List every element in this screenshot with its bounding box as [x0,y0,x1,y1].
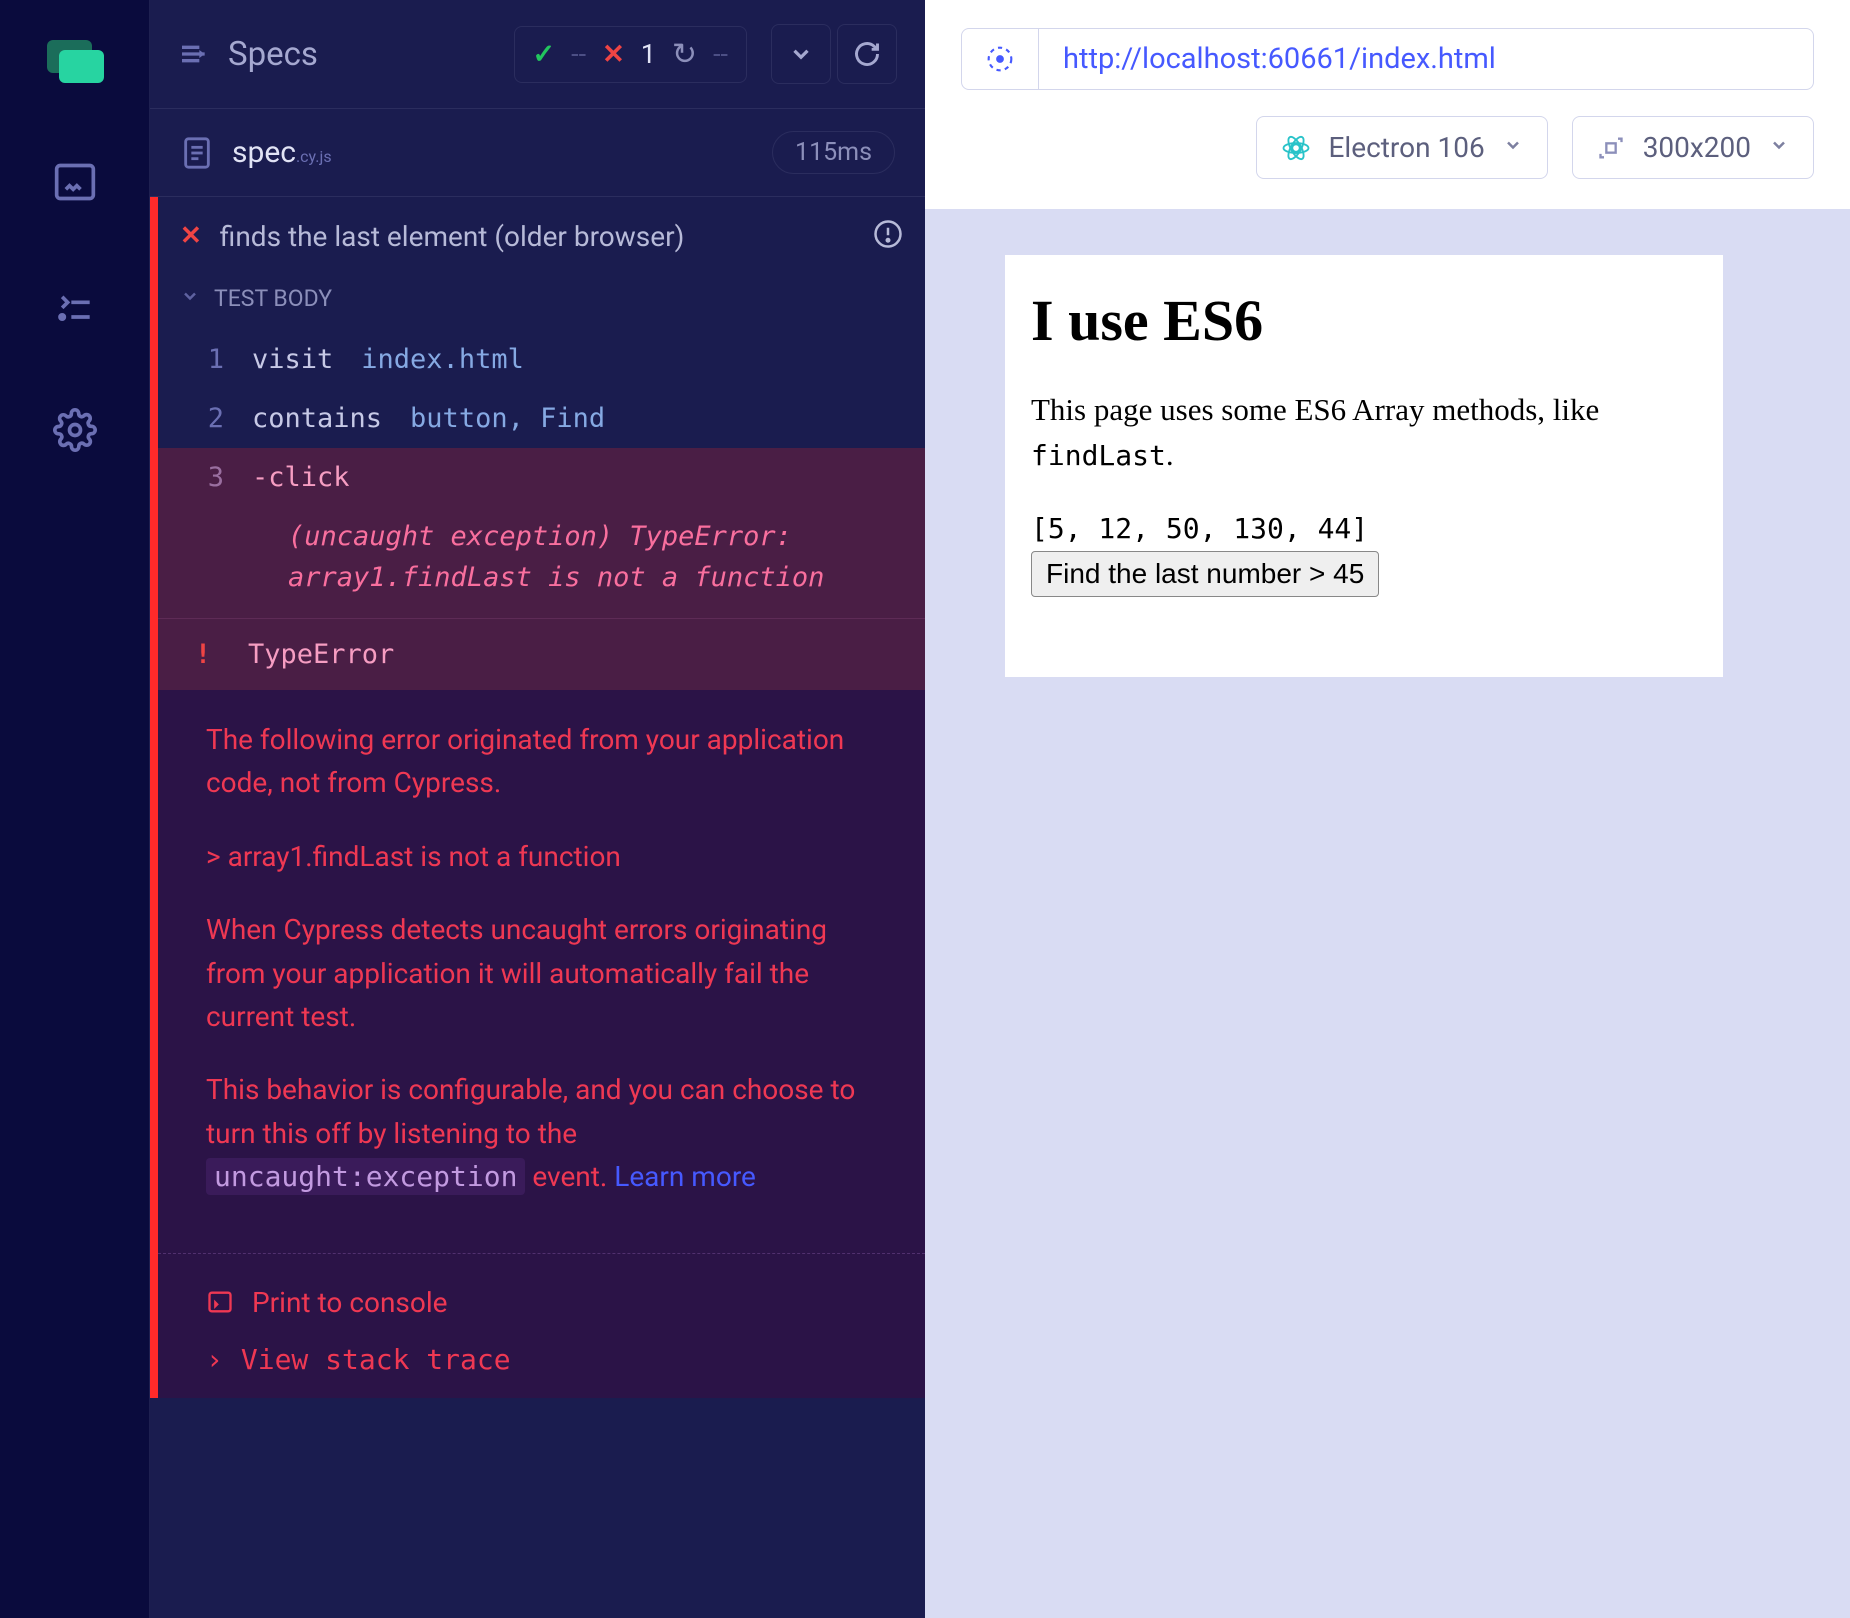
duration-badge: 115ms [772,131,895,174]
specs-explorer-icon[interactable] [53,160,97,204]
view-stack-label: View stack trace [241,1343,511,1376]
next-button[interactable] [771,24,831,84]
pill-row: Electron 106 300x200 [925,104,1850,209]
url-input[interactable]: http://localhost:60661/index.html [1039,28,1814,90]
error-p1: The following error originated from your… [206,718,893,805]
pending-icon: ↻ [672,37,697,72]
cypress-logo-icon[interactable] [47,40,102,80]
print-to-console-button[interactable]: Print to console [206,1274,877,1331]
viewport-selector[interactable]: 300x200 [1572,116,1814,179]
aut-iframe-area: I use ES6 This page uses some ES6 Array … [925,209,1850,1618]
error-type-row[interactable]: ! TypeError [158,618,925,690]
browser-selector[interactable]: Electron 106 [1256,116,1548,179]
command-num: 2 [192,403,224,434]
chevron-down-icon [1503,135,1523,161]
warning-icon [873,219,903,253]
pass-icon: ✓ [533,38,556,70]
url-bar-row: http://localhost:60661/index.html [925,0,1850,104]
selector-playground-button[interactable] [961,28,1039,90]
spec-file-name: spec.cy.js [232,135,332,170]
print-label: Print to console [252,1286,448,1319]
reporter-panel: Specs ✓ -- ✕ 1 ↻ -- spec.cy.js 115ms ✕ f… [150,0,925,1618]
chevron-right-icon: › [206,1343,223,1376]
test-block: ✕ finds the last element (older browser)… [150,197,925,1398]
command-arg: index.html [361,344,524,375]
error-detail: The following error originated from your… [158,690,925,1253]
test-title: finds the last element (older browser) [220,220,685,253]
array-text: [5, 12, 50, 130, 44] [1031,512,1697,545]
specs-selector[interactable]: Specs [178,35,318,74]
error-p3: When Cypress detects uncaught errors ori… [206,908,893,1038]
rerun-button[interactable] [837,24,897,84]
viewport-label: 300x200 [1643,131,1751,164]
fail-icon: ✕ [602,38,625,70]
test-body-label: TEST BODY [214,285,332,312]
error-bang-icon: ! [158,639,248,670]
error-actions: Print to console › View stack trace [158,1253,925,1398]
settings-icon[interactable] [53,408,97,452]
test-counts: ✓ -- ✕ 1 ↻ -- [514,26,747,83]
icon-rail [0,0,150,1618]
app-under-test: I use ES6 This page uses some ES6 Array … [1005,255,1723,677]
specs-label-text: Specs [228,35,318,74]
learn-more-link[interactable]: Learn more [614,1160,756,1193]
chevron-down-icon [180,285,200,312]
command-num: 3 [192,462,224,493]
spec-file-row[interactable]: spec.cy.js 115ms [150,109,925,197]
command-row-error[interactable]: 3 -click [158,448,925,507]
command-name: visit [252,344,333,375]
pass-count: -- [571,38,586,70]
aut-preview-panel: http://localhost:60661/index.html Electr… [925,0,1850,1618]
command-name: -click [252,462,350,493]
test-body-toggle[interactable]: TEST BODY [158,275,925,330]
command-row[interactable]: 2 contains button, Find [158,389,925,448]
test-title-row[interactable]: ✕ finds the last element (older browser) [158,197,925,275]
page-heading: I use ES6 [1031,287,1697,354]
page-paragraph: This page uses some ES6 Array methods, l… [1031,388,1697,478]
runs-icon[interactable] [53,284,97,328]
error-p4: This behavior is configurable, and you c… [206,1068,893,1198]
reporter-header: Specs ✓ -- ✕ 1 ↻ -- [150,0,925,109]
command-name: contains [252,403,382,434]
chevron-down-icon [1769,135,1789,161]
error-type-label: TypeError [248,639,394,670]
command-num: 1 [192,344,224,375]
fail-count: 1 [641,38,656,70]
fail-x-icon: ✕ [180,221,202,251]
command-arg: button, Find [410,403,605,434]
code-chip: uncaught:exception [206,1158,525,1195]
exception-line: (uncaught exception) TypeError: array1.f… [158,507,925,618]
pending-count: -- [713,38,728,70]
find-last-button[interactable]: Find the last number > 45 [1031,551,1379,597]
command-row[interactable]: 1 visit index.html [158,330,925,389]
error-p2: > array1.findLast is not a function [206,835,893,878]
view-stack-trace-button[interactable]: › View stack trace [206,1331,877,1388]
browser-label: Electron 106 [1329,131,1485,164]
